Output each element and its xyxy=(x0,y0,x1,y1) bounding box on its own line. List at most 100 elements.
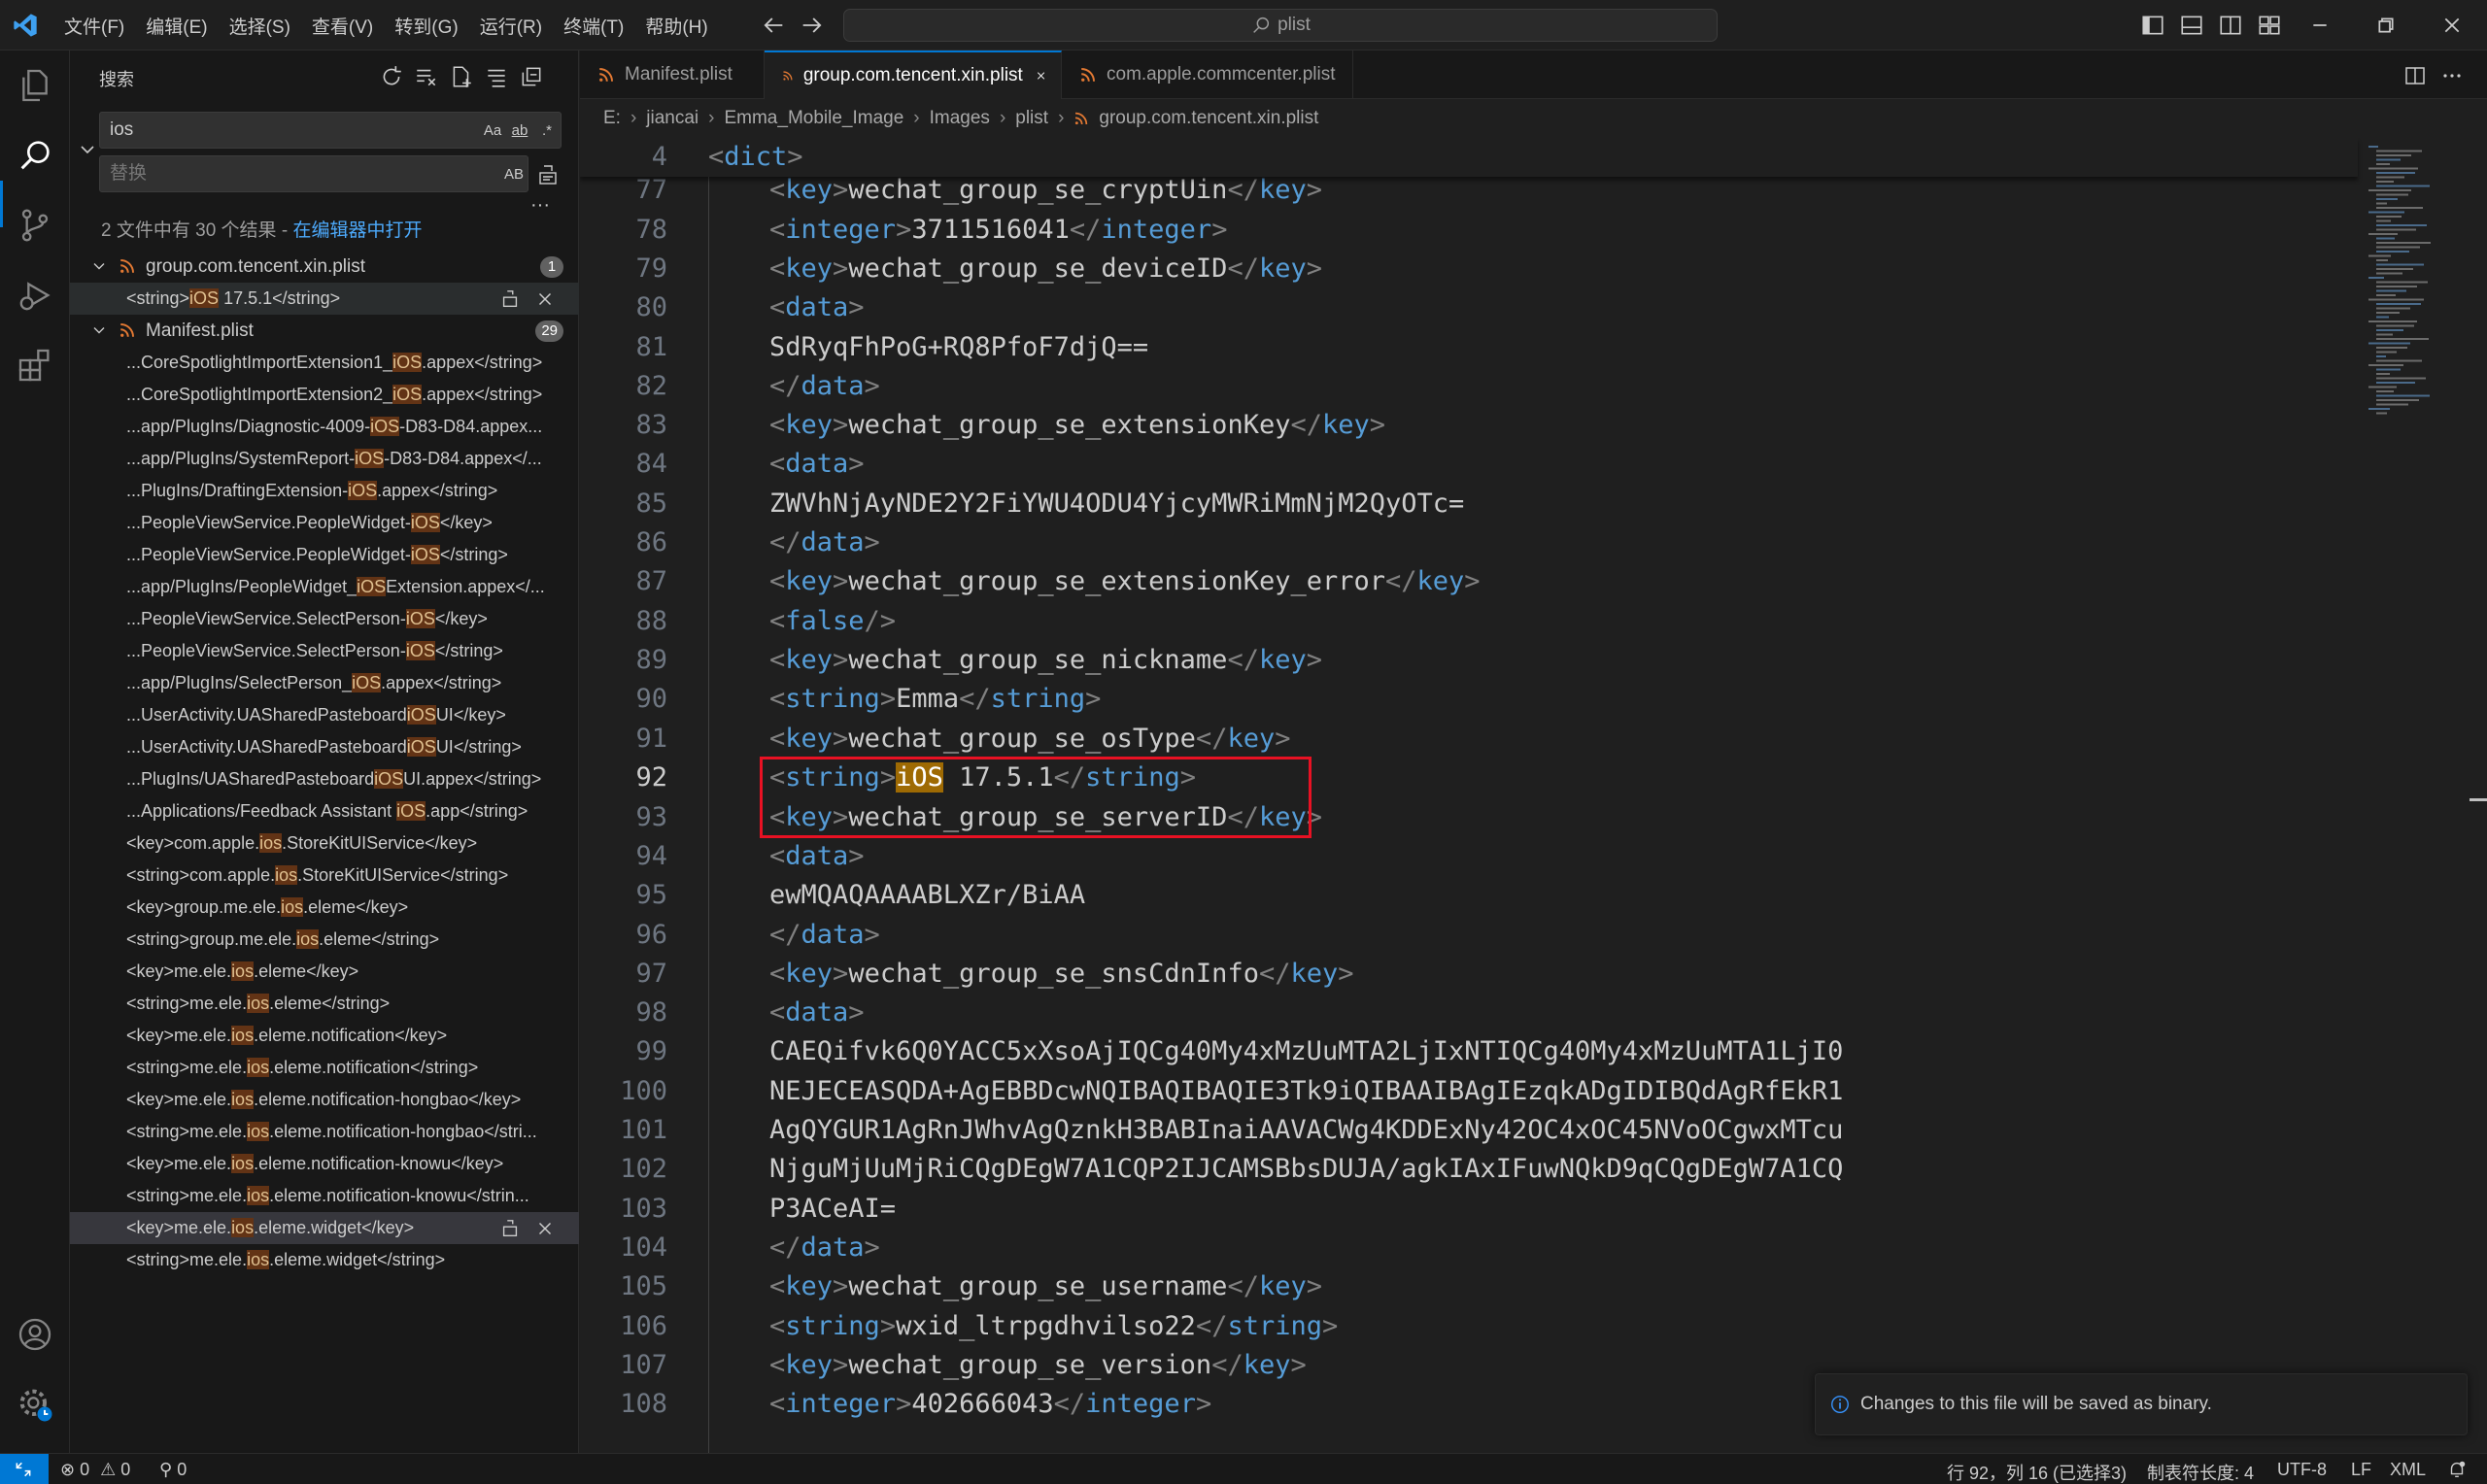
result-match-row[interactable]: ...PlugIns/DraftingExtension-iOS.appex</… xyxy=(70,475,579,507)
code-line[interactable]: 102 NjguMjUuMjRiCQgDEgW7A1CQP2IJCAMSBbsDU… xyxy=(580,1150,2358,1189)
menu-item-2[interactable]: 选择(S) xyxy=(221,7,298,45)
command-center[interactable]: plist xyxy=(843,9,1718,42)
code-line[interactable]: 77 <key>wechat_group_se_cryptUin</key> xyxy=(580,171,2358,210)
search-icon[interactable] xyxy=(16,136,54,175)
accounts-icon[interactable] xyxy=(16,1315,54,1354)
language-mode[interactable]: XML xyxy=(2390,1460,2426,1480)
result-match-row[interactable]: <key>me.ele.ios.eleme.widget</key> xyxy=(70,1212,579,1244)
code-line[interactable]: 94 <data> xyxy=(580,837,2358,876)
end-of-line[interactable]: LF xyxy=(2351,1460,2371,1480)
result-match-row[interactable]: <string>com.apple.ios.StoreKitUIService<… xyxy=(70,860,579,892)
menu-item-5[interactable]: 运行(R) xyxy=(472,7,550,45)
breadcrumb-item[interactable]: Emma_Mobile_Image xyxy=(724,108,903,129)
code-line[interactable]: 97 <key>wechat_group_se_snsCdnInfo</key> xyxy=(580,955,2358,994)
code-line[interactable]: 81 SdRyqFhPoG+RQ8PfoF7djQ== xyxy=(580,328,2358,367)
editor-tab[interactable]: com.apple.commcenter.plist xyxy=(1062,51,1353,99)
breadcrumb-item[interactable]: plist xyxy=(1015,108,1048,129)
code-line[interactable]: 83 <key>wechat_group_se_extensionKey</key… xyxy=(580,406,2358,445)
extensions-icon[interactable] xyxy=(16,346,54,385)
result-file-row[interactable]: Manifest.plist 29 xyxy=(70,315,579,347)
code-line[interactable]: 103 P3ACeAI= xyxy=(580,1190,2358,1229)
breadcrumb-item[interactable]: group.com.tencent.xin.plist xyxy=(1099,108,1318,129)
code-line[interactable]: 80 <data> xyxy=(580,288,2358,327)
dismiss-icon[interactable] xyxy=(534,288,556,310)
code-line[interactable]: 100 NEJECEASQDA+AgEBBDcwNQIBAQIBAQIE3Tk9i… xyxy=(580,1072,2358,1111)
code-line[interactable]: 79 <key>wechat_group_se_deviceID</key> xyxy=(580,250,2358,288)
result-match-row[interactable]: ...Applications/Feedback Assistant iOS.a… xyxy=(70,795,579,827)
result-file-row[interactable]: group.com.tencent.xin.plist 1 xyxy=(70,251,579,283)
refresh-icon[interactable] xyxy=(379,64,404,89)
explorer-icon[interactable] xyxy=(16,66,54,105)
code-line[interactable]: 99 CAEQifvk6Q0YACC5xXsoAjIQCg40My4xMzUuMT… xyxy=(580,1032,2358,1071)
result-match-row[interactable]: ...app/PlugIns/SystemReport-iOS-D83-D84.… xyxy=(70,443,579,475)
sticky-scroll-line[interactable]: 4 <dict> xyxy=(580,138,2358,177)
result-match-row[interactable]: ...PeopleViewService.PeopleWidget-iOS</k… xyxy=(70,507,579,539)
minimize-icon[interactable] xyxy=(2304,10,2335,41)
toggle-search-details[interactable]: ··· xyxy=(530,194,550,217)
result-match-row[interactable]: <key>me.ele.ios.eleme.notification-knowu… xyxy=(70,1148,579,1180)
menu-item-7[interactable]: 帮助(H) xyxy=(637,7,715,45)
notifications-bell-icon[interactable] xyxy=(2446,1459,2468,1480)
toggle-panel-icon[interactable] xyxy=(2179,13,2204,38)
code-line[interactable]: 101 AgQYGUR1AgRnJWhvAgQznkH3BABInaiAAVACW… xyxy=(580,1111,2358,1150)
code-line[interactable]: 105 <key>wechat_group_se_username</key> xyxy=(580,1267,2358,1306)
match-case-toggle[interactable]: Aa xyxy=(479,122,506,139)
run-debug-icon[interactable] xyxy=(16,276,54,315)
close-window-icon[interactable] xyxy=(2436,10,2468,41)
toggle-primary-sidebar-icon[interactable] xyxy=(2140,13,2165,38)
search-input[interactable] xyxy=(100,119,479,141)
code-line[interactable]: 106 <string>wxid_ltrpgdhvilso22</string> xyxy=(580,1307,2358,1346)
chevron-down-icon[interactable] xyxy=(76,138,99,161)
view-as-tree-icon[interactable] xyxy=(484,64,509,89)
result-match-row[interactable]: ...PlugIns/UASharedPasteboardiOSUI.appex… xyxy=(70,763,579,795)
split-editor-icon[interactable] xyxy=(2403,64,2427,87)
open-in-editor-link[interactable]: 在编辑器中打开 xyxy=(292,220,422,241)
remote-indicator[interactable] xyxy=(0,1454,49,1484)
replace-icon[interactable] xyxy=(499,1218,521,1239)
result-match-row[interactable]: ...PeopleViewService.SelectPerson-iOS</s… xyxy=(70,635,579,667)
result-match-row[interactable]: <key>me.ele.ios.eleme.notification</key> xyxy=(70,1020,579,1052)
result-match-row[interactable]: ...CoreSpotlightImportExtension2_iOS.app… xyxy=(70,379,579,411)
source-control-icon[interactable] xyxy=(16,206,54,245)
collapse-all-icon[interactable] xyxy=(519,64,544,89)
clear-results-icon[interactable] xyxy=(414,64,439,89)
more-actions-icon[interactable] xyxy=(2440,64,2464,87)
code-line[interactable]: 82 </data> xyxy=(580,367,2358,406)
editor-tab[interactable]: Manifest.plist xyxy=(580,51,765,99)
result-match-row[interactable]: <key>me.ele.ios.eleme.notification-hongb… xyxy=(70,1084,579,1116)
code-line[interactable]: 89 <key>wechat_group_se_nickname</key> xyxy=(580,641,2358,680)
code-line[interactable]: 98 <data> xyxy=(580,994,2358,1032)
result-match-row[interactable]: ...app/PlugIns/Diagnostic-4009-iOS-D83-D… xyxy=(70,411,579,443)
cursor-position[interactable]: 行 92，列 16 (已选择3) xyxy=(1947,1460,2127,1484)
ports-indicator[interactable]: ⚲ 0 xyxy=(159,1460,187,1480)
code-line[interactable]: 95 ewMQAQAAAABLXZr/BiAA xyxy=(580,876,2358,915)
minimap[interactable] xyxy=(2363,138,2470,429)
menu-item-4[interactable]: 转到(G) xyxy=(387,7,465,45)
result-match-row[interactable]: <key>me.ele.ios.eleme</key> xyxy=(70,956,579,988)
new-search-editor-icon[interactable] xyxy=(449,64,474,89)
code-line[interactable]: 104 </data> xyxy=(580,1229,2358,1267)
encoding[interactable]: UTF-8 xyxy=(2277,1460,2327,1480)
code-line[interactable]: 88 <false/> xyxy=(580,602,2358,641)
replace-icon[interactable] xyxy=(499,288,521,310)
arrow-left-icon[interactable] xyxy=(760,12,787,39)
result-match-row[interactable]: ...app/PlugIns/PeopleWidget_iOSExtension… xyxy=(70,571,579,603)
problems-indicator[interactable]: ⊗ 0 ⚠ 0 xyxy=(60,1460,130,1480)
code-line[interactable]: 85 ZWVhNjAyNDE2Y2FiYWU4ODU4YjcyMWRiMmNjM2… xyxy=(580,485,2358,523)
replace-all-icon[interactable] xyxy=(536,163,560,186)
result-match-row[interactable]: <string>me.ele.ios.eleme</string> xyxy=(70,988,579,1020)
customize-layout-icon[interactable] xyxy=(2257,13,2282,38)
menu-item-6[interactable]: 终端(T) xyxy=(556,7,631,45)
editor-tab[interactable]: group.com.tencent.xin.plist xyxy=(765,51,1062,99)
match-whole-word-toggle[interactable]: ab xyxy=(506,122,533,139)
result-match-row[interactable]: <key>group.me.ele.ios.eleme</key> xyxy=(70,892,579,924)
menu-item-3[interactable]: 查看(V) xyxy=(304,7,381,45)
result-match-row[interactable]: ...UserActivity.UASharedPasteboardiOSUI<… xyxy=(70,699,579,731)
result-match-row[interactable]: <key>com.apple.ios.StoreKitUIService</ke… xyxy=(70,827,579,860)
result-match-row[interactable]: <string>iOS 17.5.1</string> xyxy=(70,283,579,315)
code-line[interactable]: 91 <key>wechat_group_se_osType</key> xyxy=(580,720,2358,759)
restore-icon[interactable] xyxy=(2370,10,2402,41)
result-match-row[interactable]: ...CoreSpotlightImportExtension1_iOS.app… xyxy=(70,347,579,379)
result-match-row[interactable]: <string>me.ele.ios.eleme.notification-kn… xyxy=(70,1180,579,1212)
menu-item-0[interactable]: 文件(F) xyxy=(56,7,132,45)
